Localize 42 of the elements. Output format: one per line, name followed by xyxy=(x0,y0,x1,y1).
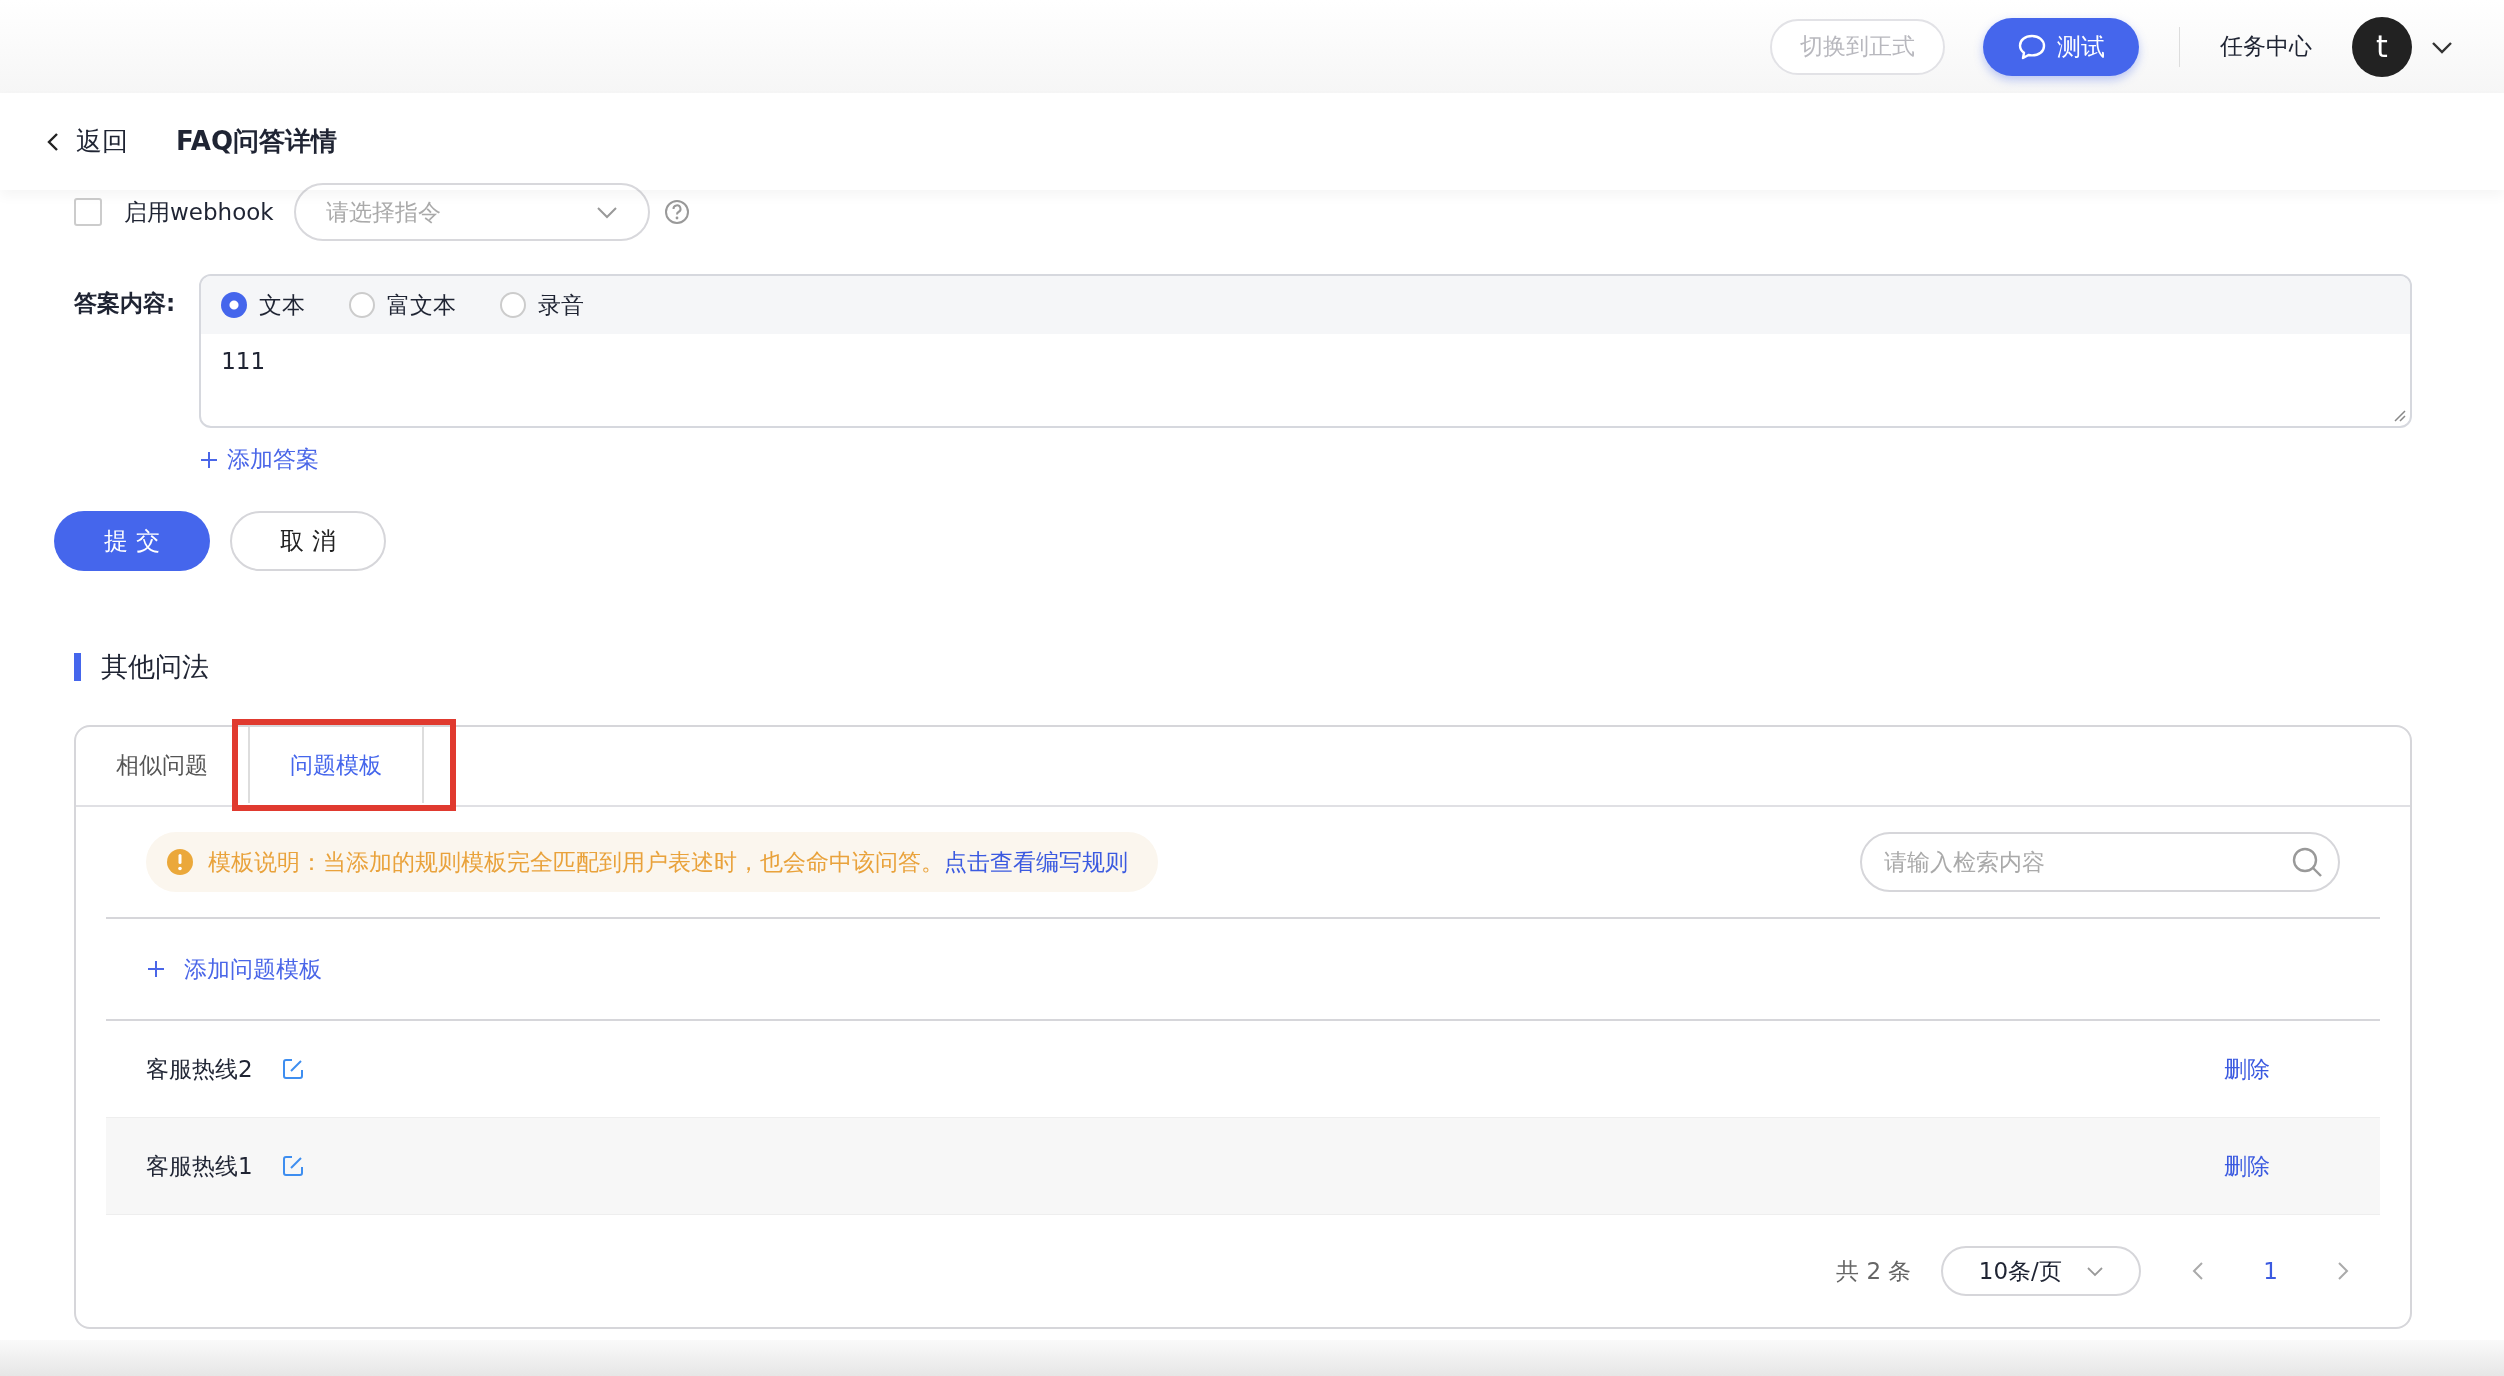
user-avatar[interactable]: t xyxy=(2352,16,2412,77)
page-number[interactable]: 1 xyxy=(2235,1258,2306,1284)
test-button[interactable]: 测试 xyxy=(1983,17,2139,76)
delete-link[interactable]: 删除 xyxy=(2224,1053,2270,1085)
search-icon[interactable] xyxy=(2290,845,2324,879)
answer-type-radio[interactable]: 富文本 xyxy=(349,289,457,321)
tab[interactable]: 相似问题 xyxy=(76,727,248,803)
back-link[interactable]: 返回 xyxy=(46,124,128,159)
warning-icon xyxy=(166,848,194,876)
edit-icon[interactable] xyxy=(280,1057,305,1081)
page-size-select[interactable]: 10条/页 xyxy=(1941,1246,2142,1296)
cancel-button[interactable]: 取 消 xyxy=(230,511,386,571)
help-icon[interactable] xyxy=(663,199,690,225)
webhook-label: 启用webhook xyxy=(124,197,274,227)
template-name: 客服热线2 xyxy=(146,1054,253,1084)
plus-icon[interactable] xyxy=(199,449,220,470)
edit-icon[interactable] xyxy=(280,1154,305,1178)
chat-bubble-icon xyxy=(2017,32,2047,61)
answer-type-radio[interactable]: 文本 xyxy=(221,289,306,321)
resize-handle-icon[interactable] xyxy=(2392,408,2406,422)
tab[interactable]: 问题模板 xyxy=(248,727,424,803)
page-title: FAQ问答详情 xyxy=(176,125,337,158)
submit-button[interactable]: 提 交 xyxy=(54,511,210,571)
rules-link[interactable]: 点击查看编写规则 xyxy=(944,848,1128,875)
search-field[interactable]: 请输入检索内容 xyxy=(1860,832,2340,892)
previous-page-icon[interactable] xyxy=(2191,1260,2206,1282)
section-accent-bar xyxy=(74,653,81,681)
add-template-link[interactable]: 添加问题模板 xyxy=(146,953,322,985)
add-answer-link[interactable]: 添加答案 xyxy=(199,444,320,475)
next-page-icon[interactable] xyxy=(2336,1260,2350,1282)
answer-type-radio[interactable]: 录音 xyxy=(500,289,585,321)
webhook-checkbox[interactable] xyxy=(74,198,102,226)
answer-label: 答案内容: xyxy=(74,289,176,318)
delete-link[interactable]: 删除 xyxy=(2224,1150,2270,1182)
total-count: 共 2 条 xyxy=(1836,1256,1912,1286)
answer-text-field[interactable]: 111 xyxy=(201,334,2410,426)
notice-text: 模板说明：当添加的规则模板完全匹配到用户表述时，也会命中该问答。点击查看编写规则 xyxy=(208,847,1128,877)
task-center-link[interactable]: 任务中心 xyxy=(2220,31,2312,62)
section-title: 其他问法 xyxy=(101,650,209,684)
plus-icon[interactable] xyxy=(146,959,166,979)
template-name: 客服热线1 xyxy=(146,1151,253,1181)
chevron-left-icon[interactable] xyxy=(46,130,60,153)
